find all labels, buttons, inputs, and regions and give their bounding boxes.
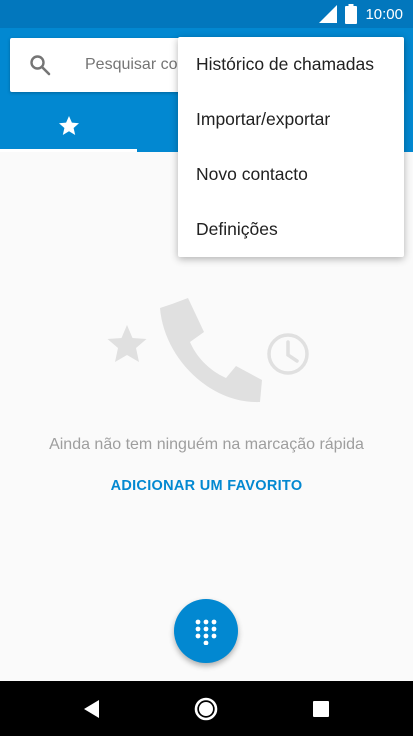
phone-icon	[160, 298, 262, 403]
menu-item-settings[interactable]: Definições	[178, 202, 404, 257]
home-icon[interactable]	[193, 696, 219, 722]
search-input[interactable]: Pesquisar co	[85, 56, 190, 74]
tab-favorites[interactable]	[0, 110, 137, 152]
menu-item-new-contact[interactable]: Novo contacto	[178, 147, 404, 202]
menu-item-import-export[interactable]: Importar/exportar	[178, 92, 404, 147]
menu-item-call-history[interactable]: Histórico de chamadas	[178, 37, 404, 92]
signal-icon	[319, 5, 338, 23]
navigation-bar	[0, 681, 413, 736]
empty-state-message: Ainda não tem ninguém na marcação rápida	[49, 436, 364, 453]
status-time: 10:00	[365, 5, 403, 23]
star-icon	[107, 325, 147, 362]
status-icons: 10:00	[319, 4, 403, 24]
add-favorite-button[interactable]: ADICIONAR UM FAVORITO	[0, 478, 413, 494]
star-icon	[59, 116, 79, 135]
overflow-menu: Histórico de chamadas Importar/exportar …	[178, 37, 404, 257]
tab-selected-indicator	[0, 149, 137, 152]
speed-dial-illustration	[107, 298, 309, 403]
search-icon[interactable]	[28, 53, 52, 77]
status-bar: 10:00	[0, 0, 413, 28]
dialpad-icon	[195, 619, 217, 645]
dialpad-button[interactable]	[174, 599, 238, 663]
recents-icon[interactable]	[308, 696, 334, 722]
clock-icon	[267, 333, 309, 375]
back-icon[interactable]	[79, 696, 105, 722]
battery-icon	[345, 4, 358, 24]
